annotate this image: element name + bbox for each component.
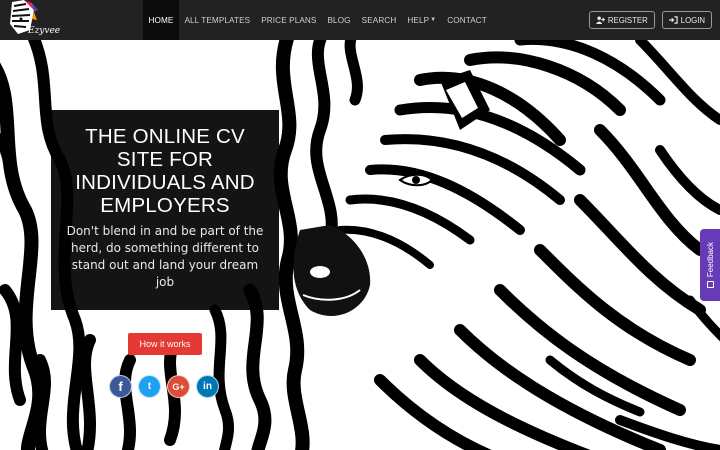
- register-label: REGISTER: [607, 15, 648, 25]
- main-nav: HOME ALL TEMPLATES PRICE PLANS BLOG SEAR…: [143, 0, 492, 40]
- logo-wordmark: Ezyvee: [28, 26, 61, 36]
- auth-buttons: REGISTER LOGIN: [588, 11, 712, 29]
- hero-promo-box: THE ONLINE CV SITE FOR INDIVIDUALS AND E…: [51, 110, 279, 310]
- login-label: LOGIN: [680, 15, 705, 25]
- social-share-bar: f t G+ in: [109, 375, 219, 398]
- feedback-icon: [706, 281, 714, 289]
- sign-in-icon: [668, 16, 678, 24]
- feedback-tab[interactable]: Feedback: [700, 229, 720, 301]
- ezyvee-logo[interactable]: Ezyvee: [4, 0, 60, 40]
- google-plus-icon[interactable]: G+: [167, 375, 190, 398]
- top-navbar: Ezyvee HOME ALL TEMPLATES PRICE PLANS BL…: [0, 0, 720, 40]
- facebook-icon[interactable]: f: [109, 375, 132, 398]
- twitter-icon[interactable]: t: [138, 375, 161, 398]
- nav-blog[interactable]: BLOG: [322, 0, 356, 40]
- login-button[interactable]: LOGIN: [661, 11, 712, 29]
- nav-search[interactable]: SEARCH: [356, 0, 402, 40]
- feedback-label: Feedback: [705, 241, 715, 278]
- nav-help-dropdown[interactable]: HELP ▼: [402, 0, 442, 40]
- hero-subtitle: Don't blend in and be part of the herd, …: [66, 224, 264, 289]
- nav-all-templates[interactable]: ALL TEMPLATES: [179, 0, 256, 40]
- caret-down-icon: ▼: [430, 17, 437, 23]
- nav-help-label: HELP: [407, 15, 430, 25]
- hero-section: THE ONLINE CV SITE FOR INDIVIDUALS AND E…: [0, 40, 720, 450]
- hero-title: THE ONLINE CV SITE FOR INDIVIDUALS AND E…: [75, 125, 255, 217]
- nav-home[interactable]: HOME: [143, 0, 179, 40]
- how-it-works-button[interactable]: How it works: [128, 333, 202, 355]
- nav-contact[interactable]: CONTACT: [442, 0, 493, 40]
- nav-price-plans[interactable]: PRICE PLANS: [256, 0, 322, 40]
- user-plus-icon: [595, 16, 605, 24]
- linkedin-icon[interactable]: in: [196, 375, 219, 398]
- register-button[interactable]: REGISTER: [588, 11, 655, 29]
